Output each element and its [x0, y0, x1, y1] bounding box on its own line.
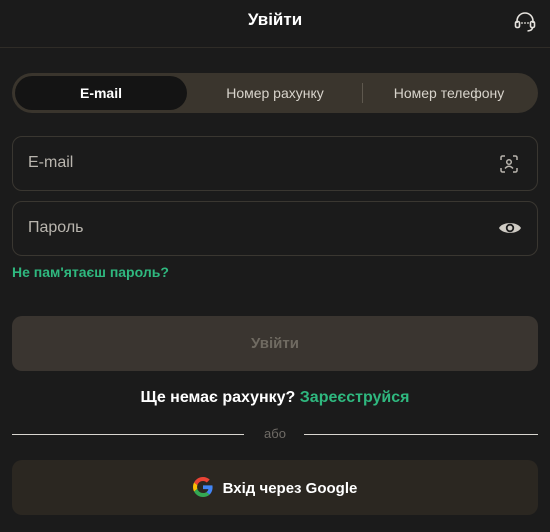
headset-icon[interactable] — [512, 9, 538, 35]
forgot-password-link[interactable]: Не пам'ятаєш пароль? — [12, 264, 169, 280]
separator-line-right — [304, 434, 538, 435]
header: Увійти — [0, 0, 550, 48]
tab-email[interactable]: E-mail — [15, 76, 187, 110]
tab-phone-number[interactable]: Номер телефону — [364, 76, 534, 110]
email-placeholder: E-mail — [28, 154, 74, 171]
password-placeholder: Пароль — [28, 219, 84, 236]
signup-link[interactable]: Зареєструйся — [300, 389, 410, 406]
email-field[interactable]: E-mail — [12, 136, 538, 191]
page-title: Увійти — [247, 10, 303, 29]
login-method-tabs: E-mail Номер рахунку Номер телефону — [12, 73, 538, 113]
tab-account-number[interactable]: Номер рахунку — [190, 76, 360, 110]
eye-icon[interactable] — [498, 218, 522, 238]
google-button-label: Вхід через Google — [222, 480, 358, 497]
google-button-content: Вхід через Google — [12, 477, 538, 497]
tab-divider — [362, 83, 363, 103]
signup-prompt: Ще немає рахунку? Зареєструйся — [0, 389, 550, 407]
id-scan-icon[interactable] — [499, 154, 519, 174]
login-button[interactable]: Увійти — [12, 316, 538, 371]
google-login-button[interactable]: Вхід через Google — [12, 460, 538, 515]
password-field[interactable]: Пароль — [12, 201, 538, 256]
google-icon — [192, 477, 213, 497]
signup-question: Ще немає рахунку? — [140, 389, 296, 406]
